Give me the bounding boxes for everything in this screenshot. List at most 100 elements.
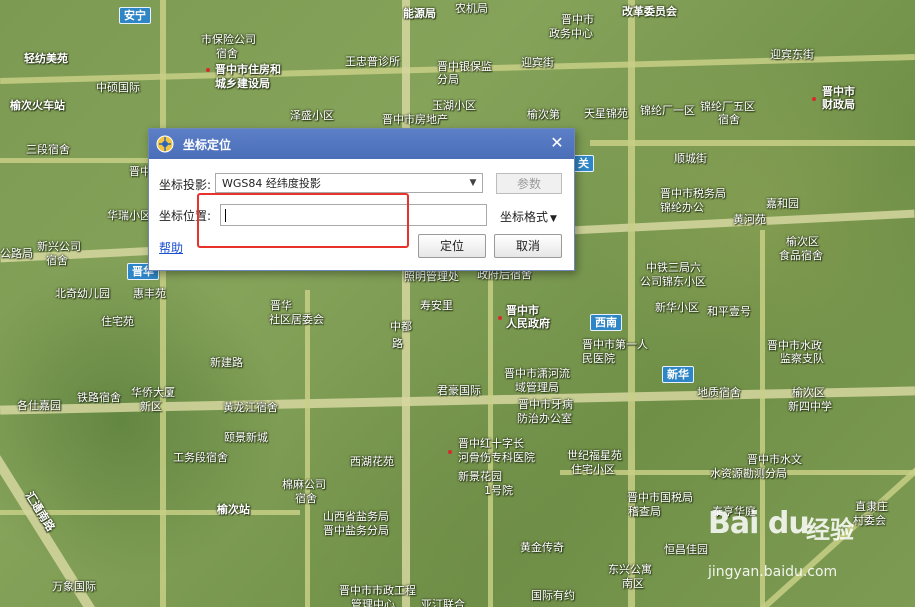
map-label: 新四中学: [788, 400, 832, 413]
map-label: 晋中市房地产: [382, 113, 448, 126]
road: [402, 0, 410, 607]
map-label: 榆次区: [786, 235, 819, 248]
map-label: 社区居委会: [269, 313, 324, 326]
map-label: 颐景新城: [224, 431, 268, 444]
map-label: 中硕国际: [96, 81, 140, 94]
map-label: 锦纶厂五区: [700, 100, 755, 113]
map-label: 迎宾东街: [770, 48, 814, 61]
map-label: 晋中市水文: [747, 453, 802, 466]
map-label: 国际有约: [531, 589, 575, 602]
chevron-down-icon[interactable]: ▼: [466, 174, 480, 192]
map-label: 棉麻公司: [282, 478, 326, 491]
map-label: 宿舍: [295, 492, 317, 505]
map-label: 城乡建设局: [215, 77, 270, 90]
poi-marker[interactable]: [206, 68, 210, 72]
dialog-title-bar[interactable]: 坐标定位 ✕: [149, 129, 574, 159]
caret-down-icon: ▼: [550, 214, 557, 224]
map-label: 河骨伤专科医院: [458, 451, 535, 464]
map-label: 路: [392, 337, 403, 350]
map-label: 政务中心: [549, 27, 593, 40]
map-label: 分局: [437, 73, 459, 86]
map-label: 黄金传奇: [520, 541, 564, 554]
locate-button[interactable]: 定位: [418, 234, 486, 258]
map-label: 域管理局: [515, 381, 559, 394]
map-label: 晋中市住房和: [215, 63, 281, 76]
watermark-url: jingyan.baidu.com: [708, 564, 838, 580]
map-label: 中铁三局六: [646, 261, 701, 274]
projection-value: WGS84 经纬度投影: [222, 177, 321, 190]
watermark-text: 经验: [806, 516, 854, 544]
map-label: 改革委员会: [622, 5, 677, 18]
map-label: 世纪福星苑: [567, 449, 622, 462]
map-label: 玉湖小区: [432, 99, 476, 112]
map-label: 晋中市市政工程: [339, 584, 416, 597]
poi-marker[interactable]: [812, 97, 816, 101]
map-label: 晋中盐务分局: [323, 524, 389, 537]
map-label: 轻纺美苑: [24, 52, 68, 65]
projection-label: 坐标投影:: [159, 178, 212, 192]
projection-select[interactable]: WGS84 经纬度投影 ▼: [215, 173, 483, 193]
road: [160, 0, 166, 607]
map-label: 黄龙江宿舍: [223, 401, 278, 414]
map-label: 惠丰苑: [133, 287, 166, 300]
help-link[interactable]: 帮助: [159, 239, 183, 256]
map-label: 晋华: [270, 299, 292, 312]
map-label: 管理中心: [351, 598, 395, 607]
map-label: 西湖花苑: [350, 455, 394, 468]
map-label: 新兴公司: [37, 240, 81, 253]
map-label: 财政局: [822, 98, 855, 111]
map-label: 亚汀联合: [421, 598, 465, 607]
map-label: 锦纶厂一区: [640, 104, 695, 117]
map-label: 榆次第: [527, 108, 560, 121]
map-label: 榆次站: [217, 503, 250, 516]
poi-marker[interactable]: [498, 316, 502, 320]
coordinate-format-menu[interactable]: 坐标格式 ▼: [500, 208, 557, 225]
district-badge: 西南: [590, 314, 622, 331]
map-label: 华侨大厦: [131, 386, 175, 399]
map-label: 新区: [140, 400, 162, 413]
map-label: 新景花园: [458, 470, 502, 483]
map-label: 山西省盐务局: [323, 510, 389, 523]
map-label: 防治办公室: [517, 412, 572, 425]
close-icon[interactable]: ✕: [548, 134, 566, 152]
map-label: 地质宿舍: [697, 386, 741, 399]
map-label: 公路局: [0, 247, 33, 260]
map-label: 晋中市: [561, 13, 594, 26]
map-label: 市保险公司: [201, 33, 256, 46]
map-label: 宿舍: [216, 47, 238, 60]
map-label: 宿舍: [46, 254, 68, 267]
map-label: 南区: [622, 577, 644, 590]
map-label: 黄河苑: [733, 213, 766, 226]
highlight-box: [197, 193, 409, 248]
map-label: 迎宾街: [521, 56, 554, 69]
map-label: 人民政府: [506, 317, 550, 330]
map-label: 监察支队: [780, 352, 824, 365]
map-label: 泽盛小区: [290, 109, 334, 122]
map-label: 各仕嘉园: [17, 399, 61, 412]
map-label: 锦纶办公: [660, 201, 704, 214]
dialog-title: 坐标定位: [183, 138, 232, 152]
map-label: 东兴公寓: [608, 563, 652, 576]
poi-marker[interactable]: [448, 450, 452, 454]
format-menu-label: 坐标格式: [500, 210, 549, 224]
map-label: 工务段宿舍: [173, 451, 228, 464]
map-label: 顺城街: [674, 152, 707, 165]
map-label: 稽查局: [628, 505, 661, 518]
map-label: 晋中市第一人: [582, 338, 648, 351]
map-label: 新建路: [210, 356, 243, 369]
map-label: 榆次火车站: [10, 99, 65, 112]
map-label: 铁路宿舍: [77, 391, 121, 404]
map-label: 晋中市潇河流: [504, 367, 570, 380]
district-badge: 安宁: [119, 7, 151, 24]
map-label: 晋中市国税局: [627, 491, 693, 504]
map-label: 新华小区: [655, 301, 699, 314]
map-label: 北奇幼儿园: [55, 287, 110, 300]
params-button[interactable]: 参数: [496, 173, 562, 194]
cancel-button[interactable]: 取消: [494, 234, 562, 258]
map-label: 天星锦苑: [584, 107, 628, 120]
map-label: 宿舍: [718, 113, 740, 126]
map-label: 三段宿舍: [26, 143, 70, 156]
map-label: 食品宿舍: [779, 249, 823, 262]
map-label: 和平壹号: [707, 305, 751, 318]
map-label: 民医院: [582, 352, 615, 365]
